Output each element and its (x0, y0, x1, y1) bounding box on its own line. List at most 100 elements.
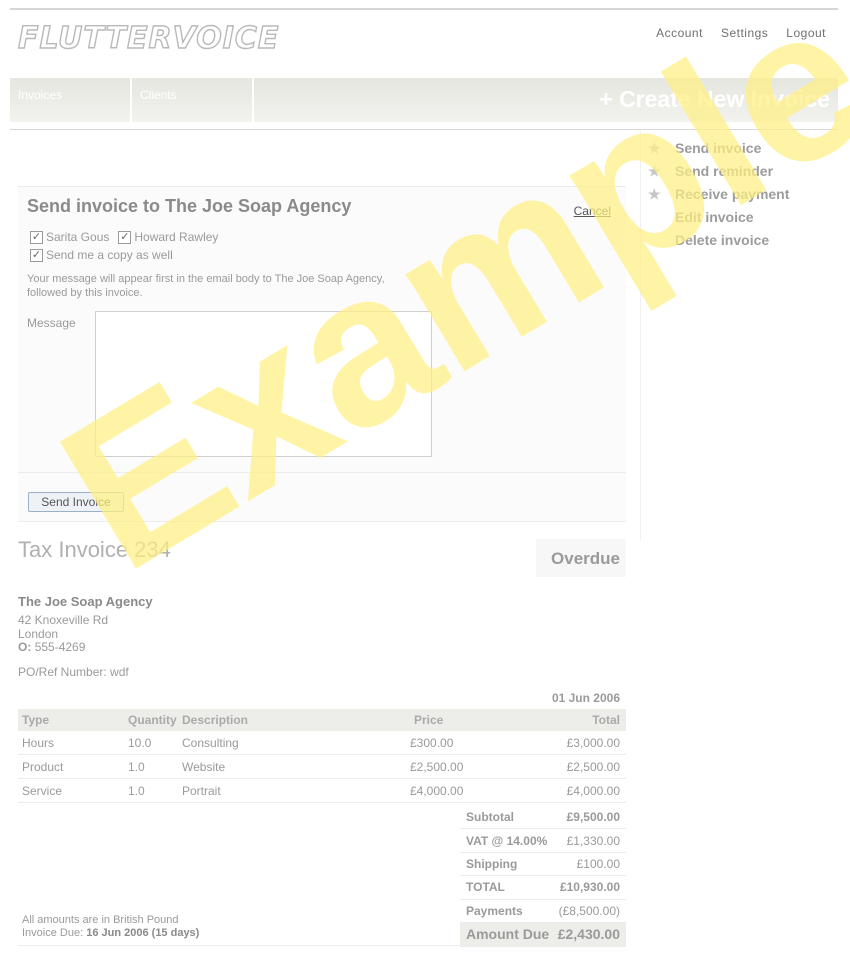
due-value: 16 Jun 2006 (15 days) (86, 927, 200, 939)
amount-due-row: Amount Due £2,430.00 (460, 922, 626, 947)
phone-label: O: (18, 640, 32, 654)
cell-quantity: 10.0 (128, 735, 152, 750)
checkbox-checked-icon[interactable]: ✓ (30, 248, 43, 262)
tab-clients[interactable]: Clients (132, 78, 254, 122)
cell-price: £300.00 (410, 735, 454, 750)
logout-link[interactable]: Logout (786, 26, 826, 40)
recipient-checkbox[interactable]: ✓ Howard Rawley (118, 230, 218, 244)
subtotal-label: Subtotal (466, 810, 514, 825)
po-ref: PO/Ref Number: wdf (18, 665, 129, 679)
table-row: Service 1.0 Portrait £4,000.00 £4,000.00 (18, 779, 626, 803)
cell-description: Portrait (182, 783, 221, 798)
cell-description: Website (182, 759, 226, 774)
tab-invoices[interactable]: Invoices (10, 78, 132, 122)
nav-divider (10, 129, 838, 130)
amount-due-label: Amount Due (466, 926, 550, 943)
amount-due-value: £2,430.00 (557, 926, 620, 943)
send-invoice-button[interactable]: Send Invoice (28, 492, 124, 512)
recipient-label: Sarita Gous (46, 230, 110, 244)
cell-quantity: 1.0 (128, 759, 145, 774)
send-panel-title: Send invoice to The Joe Soap Agency (27, 196, 352, 216)
vat-label: VAT @ 14.00% (466, 833, 548, 848)
payments-value: (£8,500.00) (558, 903, 620, 918)
cell-type: Hours (22, 735, 55, 750)
address-line: London (18, 626, 59, 641)
footer-divider (18, 945, 460, 946)
phone-number: 555-4269 (34, 640, 86, 654)
total-row: TOTAL £10,930.00 (460, 876, 626, 900)
top-nav: Account Settings Logout (656, 26, 826, 40)
message-textarea[interactable] (95, 311, 432, 457)
invoice-title: Tax Invoice 234 (18, 537, 171, 562)
shipping-label: Shipping (466, 856, 518, 871)
cell-total: £3,000.00 (566, 735, 620, 750)
recipient-label: Howard Rawley (134, 230, 219, 244)
checkbox-checked-icon[interactable]: ✓ (30, 230, 43, 244)
column-header-type: Type (22, 713, 50, 727)
panel-divider (18, 472, 626, 473)
message-note: Your message will appear first in the em… (27, 273, 385, 299)
message-label: Message (27, 316, 76, 330)
checkbox-checked-icon[interactable]: ✓ (118, 230, 132, 244)
send-invoice-panel: Send invoice to The Joe Soap Agency Canc… (18, 186, 626, 522)
star-icon: ★ (648, 185, 661, 202)
create-invoice-button[interactable]: + Create New Invoice (599, 78, 838, 122)
brand-logo[interactable]: FLUTTERVOICE (17, 21, 279, 56)
copy-self-label: Send me a copy as well (46, 248, 173, 262)
cell-description: Consulting (182, 735, 239, 750)
client-phone: O: 555-4269 (18, 640, 108, 655)
address-line: 42 Knoxeville Rd (18, 613, 109, 627)
invoice-footnote: All amounts are in British Pound Invoice… (22, 914, 199, 940)
sidebar-item-label: Delete invoice (675, 231, 770, 248)
sidebar-item-label: Send invoice (675, 139, 762, 156)
sidebar-item-send-reminder[interactable]: ★ Send reminder (648, 159, 838, 182)
vat-value: £1,330.00 (566, 833, 620, 848)
cell-price: £4,000.00 (410, 783, 464, 798)
actions-sidebar: ★ Send invoice ★ Send reminder ★ Receive… (648, 136, 838, 251)
sidebar-item-send-invoice[interactable]: ★ Send invoice (648, 136, 838, 159)
copy-self-checkbox[interactable]: ✓ Send me a copy as well (30, 248, 173, 262)
main-nav: Invoices Clients + Create New Invoice (10, 78, 838, 122)
cancel-link[interactable]: Cancel (574, 204, 611, 218)
top-rule (10, 8, 838, 10)
account-link[interactable]: Account (656, 26, 703, 40)
sidebar-item-label: Edit invoice (675, 208, 754, 225)
client-name: The Joe Soap Agency (18, 594, 153, 609)
cell-type: Product (22, 759, 64, 774)
recipient-checkbox[interactable]: ✓ Sarita Gous (30, 230, 109, 244)
status-badge: Overdue (536, 539, 626, 577)
sidebar-item-edit-invoice[interactable]: Edit invoice (648, 205, 838, 228)
column-header-quantity: Quantity (128, 713, 177, 727)
settings-link[interactable]: Settings (721, 26, 768, 40)
sidebar-item-label: Receive payment (675, 185, 790, 202)
recipient-list: ✓ Sarita Gous ✓ Howard Rawley (30, 230, 218, 244)
table-row: Hours 10.0 Consulting £300.00 £3,000.00 (18, 731, 626, 755)
sidebar-item-label: Send reminder (675, 162, 774, 179)
invoice-date: 01 Jun 2006 (551, 691, 620, 705)
shipping-row: Shipping £100.00 (460, 853, 626, 877)
sidebar-item-receive-payment[interactable]: ★ Receive payment (648, 182, 838, 205)
cell-quantity: 1.0 (128, 783, 145, 798)
cell-total: £2,500.00 (566, 759, 620, 774)
line-items-table: Type Quantity Description Price Total Ho… (18, 709, 626, 803)
column-divider (640, 131, 641, 541)
payments-label: Payments (466, 903, 523, 918)
star-icon: ★ (648, 139, 661, 156)
star-icon: ★ (648, 162, 661, 179)
payments-row: Payments (£8,500.00) (460, 900, 626, 923)
client-address: 42 Knoxeville Rd London O: 555-4269 (18, 613, 109, 655)
totals-block: Subtotal £9,500.00 VAT @ 14.00% £1,330.0… (460, 806, 626, 947)
cell-total: £4,000.00 (566, 783, 620, 798)
vat-row: VAT @ 14.00% £1,330.00 (460, 829, 626, 853)
cell-price: £2,500.00 (410, 759, 464, 774)
sidebar-item-delete-invoice[interactable]: Delete invoice (648, 228, 838, 251)
cell-type: Service (22, 783, 63, 798)
total-value: £10,930.00 (559, 880, 620, 895)
table-header: Type Quantity Description Price Total (18, 709, 626, 731)
column-header-total: Total (592, 713, 620, 727)
total-label: TOTAL (466, 880, 505, 895)
table-row: Product 1.0 Website £2,500.00 £2,500.00 (18, 755, 626, 779)
subtotal-row: Subtotal £9,500.00 (460, 806, 626, 830)
shipping-value: £100.00 (576, 856, 620, 871)
due-date: Invoice Due: 16 Jun 2006 (15 days) (22, 927, 199, 940)
